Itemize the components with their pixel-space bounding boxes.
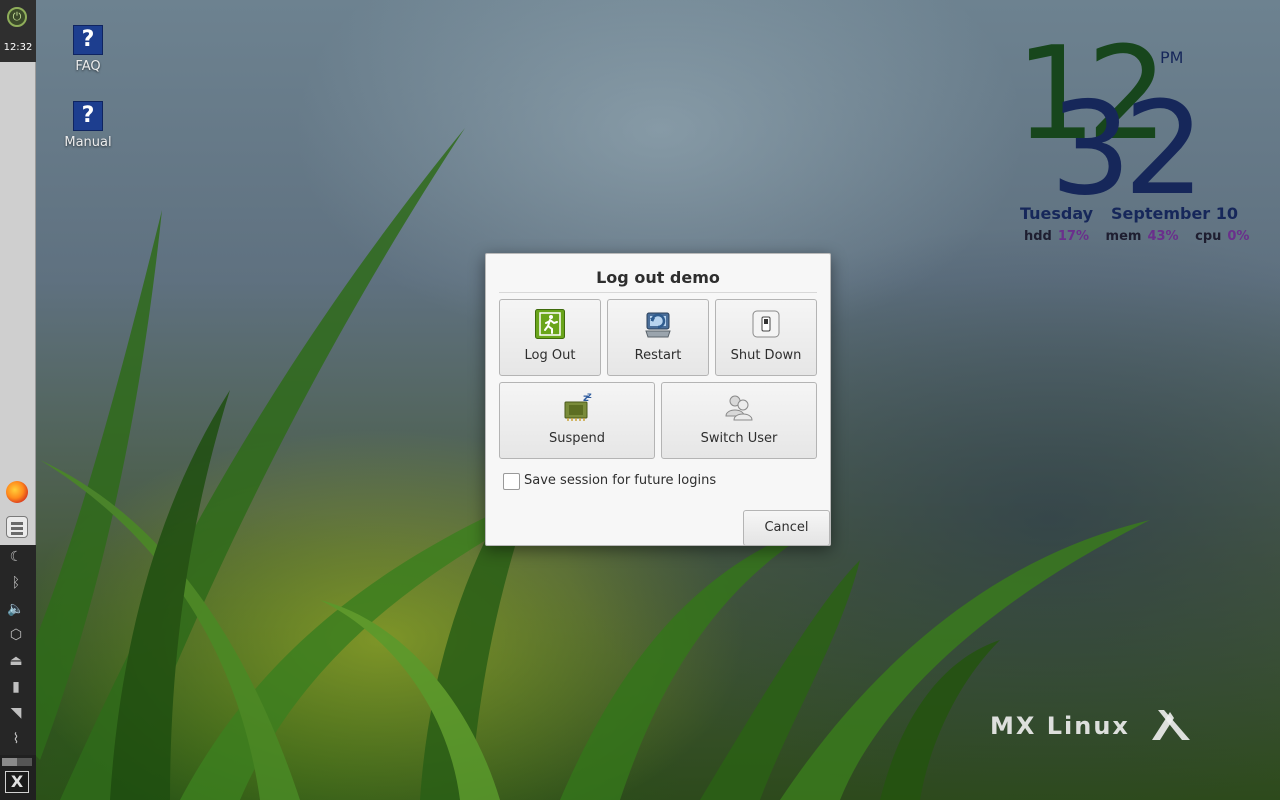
log-out-button[interactable]: Log Out — [499, 299, 601, 376]
panel-clock[interactable]: 12:32 — [0, 42, 36, 53]
dialog-title: Log out demo — [596, 268, 720, 287]
save-session-label[interactable]: Save session for future logins — [524, 473, 716, 488]
restart-label: Restart — [634, 348, 682, 363]
conky-clock-widget: 12 32 PM Tuesday September 10 hdd 17% mem… — [1010, 30, 1260, 260]
stat-name: hdd — [1024, 229, 1052, 244]
stat-value: 17% — [1057, 229, 1089, 244]
cancel-button[interactable]: Cancel — [743, 510, 830, 546]
side-panel: ⏻ 12:32 ☾ ᛒ 🔈 ⬡ ⏏ ▮ ◥ ⌇ X — [0, 0, 36, 800]
volume-icon[interactable]: 🔈 — [0, 601, 32, 617]
svg-text:z: z — [587, 392, 592, 400]
panel-top-area: ⏻ 12:32 — [0, 0, 36, 62]
log-out-label: Log Out — [524, 348, 576, 363]
mx-start-menu-icon[interactable]: X — [5, 771, 29, 793]
power-switch-icon — [752, 310, 780, 338]
conky-ampm: PM — [1160, 48, 1184, 67]
shut-down-label: Shut Down — [730, 348, 802, 363]
bluetooth-icon[interactable]: ᛒ — [0, 575, 32, 591]
clip-icon[interactable]: ⌇ — [0, 731, 32, 747]
desktop-icon-faq[interactable]: ? FAQ — [48, 25, 128, 74]
switch-user-label: Switch User — [700, 431, 778, 446]
file-manager-icon[interactable] — [6, 516, 28, 538]
divider — [499, 292, 817, 293]
desktop-icon-manual[interactable]: ? Manual — [48, 101, 128, 150]
mx-logo-icon — [1152, 710, 1190, 740]
mx-linux-watermark: MX Linux — [990, 712, 1130, 740]
shut-down-button[interactable]: Shut Down — [715, 299, 817, 376]
conky-stats: hdd 17% mem 43% cpu 0% — [1024, 229, 1261, 244]
panel-bottom: X — [0, 755, 36, 800]
restart-button[interactable]: Restart — [607, 299, 709, 376]
exit-icon — [535, 309, 565, 339]
system-tray: ☾ ᛒ 🔈 ⬡ ⏏ ▮ ◥ ⌇ — [0, 545, 36, 755]
eject-icon[interactable]: ⏏ — [0, 653, 32, 669]
moon-icon[interactable]: ☾ — [0, 549, 32, 565]
workspace-pager[interactable] — [2, 758, 32, 766]
package-icon[interactable]: ⬡ — [0, 627, 32, 643]
conky-date: September 10 — [1111, 204, 1239, 223]
users-icon — [725, 395, 753, 421]
stat-value: 43% — [1147, 229, 1179, 244]
suspend-button[interactable]: z z Suspend — [499, 382, 655, 459]
suspend-label: Suspend — [548, 431, 605, 446]
desktop-icon-label: Manual — [64, 135, 112, 150]
faq-icon: ? — [73, 25, 103, 55]
conky-minute: 32 — [1050, 75, 1205, 224]
save-session-checkbox[interactable] — [503, 473, 520, 490]
manual-icon: ? — [73, 101, 103, 131]
stat-value: 0% — [1227, 229, 1250, 244]
battery-icon[interactable]: ▮ — [0, 679, 32, 695]
stat-name: mem — [1105, 229, 1142, 244]
conky-day: Tuesday — [1020, 204, 1094, 223]
switch-user-button[interactable]: Switch User — [661, 382, 817, 459]
firefox-icon[interactable] — [6, 481, 28, 503]
power-menu-icon[interactable]: ⏻ — [7, 7, 27, 27]
desktop-icon-label: FAQ — [75, 59, 101, 74]
suspend-chip-icon: z z — [564, 392, 592, 421]
restart-icon — [645, 312, 671, 338]
wifi-icon[interactable]: ◥ — [0, 705, 32, 721]
logout-dialog: Log out demo Log Out Restart Shut Down z… — [485, 253, 831, 546]
stat-name: cpu — [1195, 229, 1222, 244]
